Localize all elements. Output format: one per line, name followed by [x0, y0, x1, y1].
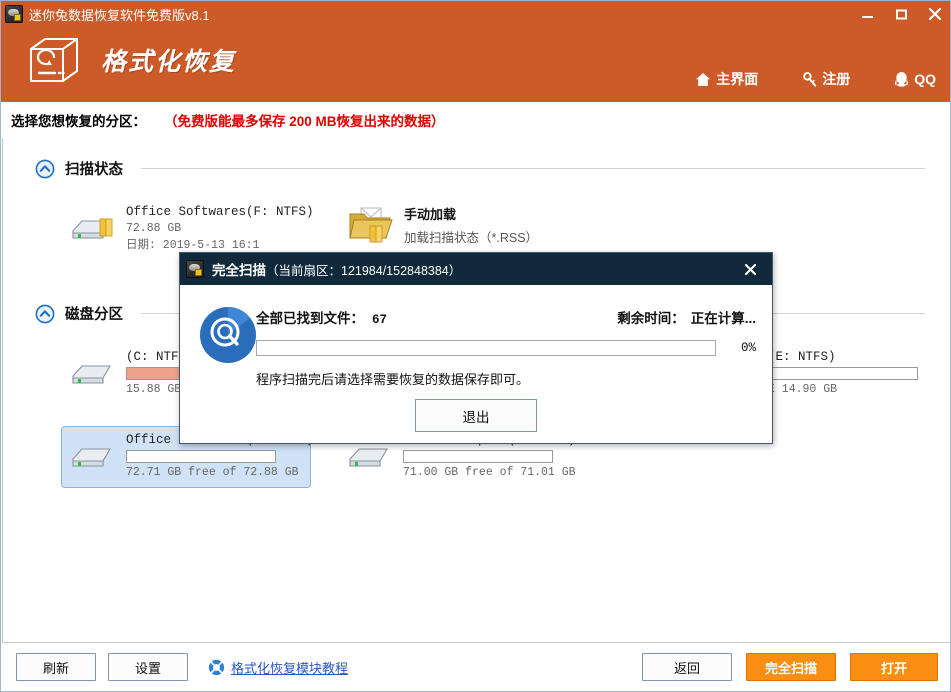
found-files-value: 67	[372, 313, 388, 327]
partition-usage-bar	[403, 450, 553, 463]
maximize-button[interactable]	[884, 1, 918, 27]
remaining-time: 剩余时间： 正在计算...	[611, 307, 756, 327]
chevron-up-circle-icon[interactable]	[35, 304, 55, 324]
disk-recovery-icon	[30, 38, 78, 82]
dialog-footer: 退出	[180, 399, 772, 432]
nav-item-home[interactable]: 主界面	[695, 69, 758, 89]
partition-usage-bar	[768, 367, 918, 380]
hard-drive-icon	[72, 448, 111, 467]
partition-meta-e: (E: NTFS) E 14.90 GB	[768, 350, 918, 396]
title-bar: 迷你兔数据恢复软件免费版v8.1	[1, 1, 950, 27]
drive-size: 72.88 GB	[126, 222, 182, 235]
help-link-text[interactable]: 格式化恢复模块教程	[231, 658, 348, 677]
section-divider	[141, 168, 925, 169]
scan-progress-percent: 0%	[740, 341, 756, 355]
application-window: 迷你兔数据恢复软件免费版v8.1 格式化恢复 主界面 注册 QQ 选择您想恢复的…	[0, 0, 951, 692]
dialog-title-bar: 完全扫描（当前扇区：121984/152848384）	[180, 253, 772, 285]
drive-name: Office Softwares(F: NTFS)	[126, 205, 314, 219]
manual-load-meta: 手动加载 加载扫描状态（*.RSS）	[404, 204, 538, 246]
window-controls	[850, 1, 950, 27]
dialog-title-main: 完全扫描	[212, 263, 266, 278]
footer-left-group: 刷新 设置 格式化恢复模块教程	[16, 653, 348, 681]
help-link-group[interactable]: 格式化恢复模块教程	[208, 658, 348, 677]
open-button[interactable]: 打开	[850, 653, 938, 681]
found-files-label: 全部已找到文件：	[256, 311, 364, 326]
partition-select-bar: 选择您想恢复的分区： （免费版能最多保存 200 MB恢复出来的数据）	[1, 102, 950, 138]
folder-open-icon	[349, 207, 393, 243]
chevron-up-circle-icon[interactable]	[35, 159, 55, 179]
nav-item-qq[interactable]: QQ	[894, 71, 936, 87]
section-title-disk-partition: 磁盘分区	[65, 307, 123, 323]
nav-label-qq: QQ	[914, 71, 936, 87]
dialog-body: 全部已找到文件： 67 剩余时间： 正在计算... 0% 程序扫描完后请选择需要恢复…	[180, 285, 772, 445]
dialog-close-button[interactable]	[738, 253, 762, 285]
footer-right-group: 返回 完全扫描 打开	[642, 653, 938, 681]
scan-progress-bar	[256, 340, 716, 356]
found-files: 全部已找到文件： 67	[256, 307, 387, 327]
hard-drive-icon	[72, 365, 111, 384]
partition-free: 71.00 GB free of 71.01 GB	[403, 466, 576, 479]
dialog-title-sector: （当前扇区：121984/152848384）	[266, 264, 462, 278]
brand-title: 格式化恢复	[101, 49, 237, 76]
nav-label-register: 注册	[822, 71, 851, 87]
scan-status-row: 全部已找到文件： 67 剩余时间： 正在计算...	[256, 307, 756, 327]
partition-free: E 14.90 GB	[768, 383, 838, 396]
refresh-button[interactable]: 刷新	[16, 653, 96, 681]
magnifier-circle-icon	[200, 307, 256, 363]
qq-penguin-icon	[895, 72, 909, 87]
footer-toolbar: 刷新 设置 格式化恢复模块教程 返回 完全扫描 打开	[2, 642, 950, 691]
close-button[interactable]	[918, 1, 950, 27]
free-version-note: （免费版能最多保存 200 MB恢复出来的数据）	[164, 114, 445, 129]
manual-load-item[interactable]: 手动加载 加载扫描状态（*.RSS）	[348, 204, 538, 246]
drive-date: 日期: 2019-5-13 16:1	[126, 239, 260, 252]
app-header: 格式化恢复 主界面 注册 QQ	[1, 27, 950, 102]
section-title-scan-status: 扫描状态	[65, 162, 123, 178]
key-icon	[803, 71, 817, 87]
full-scan-button[interactable]: 完全扫描	[746, 653, 836, 681]
brand: 格式化恢复	[25, 35, 236, 85]
scan-hint-text: 程序扫描完后请选择需要恢复的数据保存即可。	[256, 372, 530, 387]
remaining-time-value: 正在计算...	[690, 311, 756, 326]
home-icon	[696, 72, 711, 86]
partition-usage-bar	[126, 450, 276, 463]
partition-free: 72.71 GB free of 72.88 GB	[126, 466, 299, 479]
nav-label-home: 主界面	[716, 71, 759, 87]
manual-load-title: 手动加载	[404, 207, 457, 222]
hard-drive-icon	[72, 218, 113, 239]
back-button[interactable]: 返回	[642, 653, 732, 681]
dialog-title: 完全扫描（当前扇区：121984/152848384）	[212, 259, 461, 279]
window-title: 迷你兔数据恢复软件免费版v8.1	[29, 7, 210, 23]
header-nav: 主界面 注册 QQ	[695, 69, 936, 89]
partition-select-label: 选择您想恢复的分区：	[11, 114, 146, 129]
app-logo-icon	[186, 260, 204, 278]
settings-button[interactable]: 设置	[108, 653, 188, 681]
progress-row: 0%	[256, 340, 756, 356]
exit-button[interactable]: 退出	[415, 399, 537, 432]
full-scan-dialog: 完全扫描（当前扇区：121984/152848384） 全部已找到文件： 67 剩…	[179, 252, 773, 444]
minimize-button[interactable]	[850, 1, 884, 27]
partition-name: (E: NTFS)	[768, 350, 836, 364]
manual-load-subtitle: 加载扫描状态（*.RSS）	[404, 231, 539, 245]
nav-item-register[interactable]: 注册	[802, 69, 850, 89]
lifebuoy-icon	[208, 659, 225, 675]
scan-status-drive-meta: Office Softwares(F: NTFS) 72.88 GB 日期: 2…	[126, 205, 314, 252]
section-scan-status[interactable]: 扫描状态	[35, 158, 925, 179]
app-logo-icon	[5, 5, 23, 23]
remaining-time-label: 剩余时间：	[617, 311, 685, 326]
